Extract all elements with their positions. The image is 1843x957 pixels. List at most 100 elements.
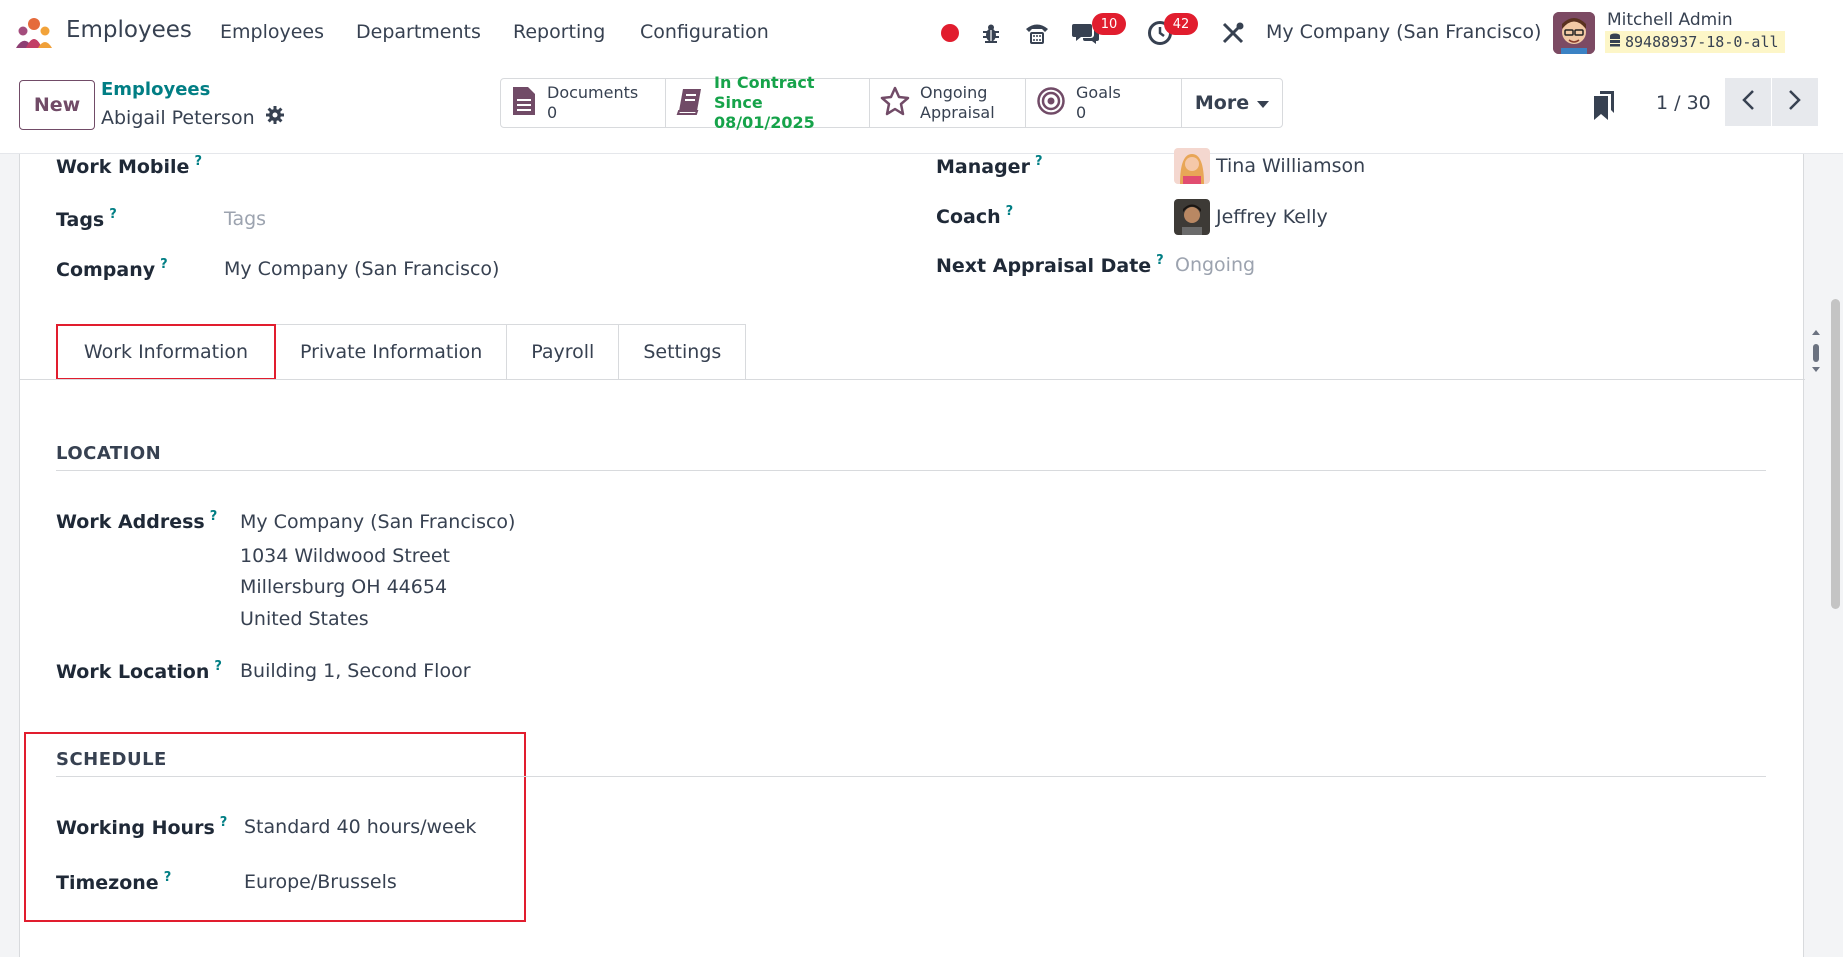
menu-departments[interactable]: Departments	[356, 21, 481, 43]
tab-private-information[interactable]: Private Information	[276, 324, 508, 380]
app-title[interactable]: Employees	[66, 17, 192, 43]
book-icon	[676, 87, 704, 119]
settings-tools-icon[interactable]	[1218, 18, 1248, 48]
database-tag: 89488937-18-0-all	[1605, 31, 1785, 53]
menu-configuration[interactable]: Configuration	[640, 21, 769, 43]
gear-icon[interactable]	[265, 105, 285, 130]
manager-avatar	[1174, 148, 1210, 184]
phone-icon[interactable]	[1022, 18, 1052, 48]
appraisal-line2: Appraisal	[920, 103, 995, 122]
help-tooltip-icon[interactable]: ?	[164, 870, 172, 885]
chat-badge: 10	[1092, 13, 1126, 35]
contract-date: 08/01/2025	[714, 113, 815, 132]
help-tooltip-icon[interactable]: ?	[109, 207, 117, 222]
document-icon	[511, 85, 537, 121]
smart-buttons: Documents 0 In Contract Since 08/01/2025	[500, 73, 1283, 132]
coach-avatar	[1174, 199, 1210, 235]
help-tooltip-icon[interactable]: ?	[220, 815, 228, 830]
contract-label: In Contract Since	[714, 73, 815, 112]
appraisal-line1: Ongoing	[920, 83, 988, 102]
location-section-title: LOCATION	[56, 443, 162, 464]
help-tooltip-icon[interactable]: ?	[1035, 154, 1043, 169]
work-location-field[interactable]: Building 1, Second Floor	[240, 660, 471, 682]
database-icon	[1609, 33, 1621, 51]
appraisal-smart-button[interactable]: Ongoing Appraisal	[870, 79, 1026, 127]
help-tooltip-icon[interactable]: ?	[214, 659, 222, 674]
help-tooltip-icon[interactable]: ?	[194, 154, 202, 169]
tags-label: Tags?	[56, 207, 117, 231]
record-name: Abigail Peterson	[101, 106, 255, 129]
target-icon	[1036, 86, 1066, 120]
work-address-street: 1034 Wildwood Street	[240, 545, 451, 567]
form-sheet: Work Mobile? Tags? Tags Company? My Comp…	[19, 148, 1820, 957]
user-name[interactable]: Mitchell Admin	[1607, 10, 1733, 30]
manager-label: Manager?	[936, 154, 1043, 178]
activity-badge: 42	[1164, 13, 1198, 35]
appraisal-date-field[interactable]: Ongoing	[1175, 254, 1255, 276]
documents-count: 0	[547, 103, 558, 122]
tab-payroll[interactable]: Payroll	[507, 324, 620, 380]
bookmark-icon[interactable]	[1592, 90, 1616, 122]
breadcrumb-parent[interactable]: Employees	[101, 79, 210, 100]
manager-field[interactable]: Tina Williamson	[1174, 148, 1365, 184]
working-hours-field[interactable]: Standard 40 hours/week	[244, 816, 476, 838]
scrollbar-thumb[interactable]	[1831, 299, 1840, 609]
work-address-city: Millersburg OH 44654	[240, 576, 448, 598]
user-avatar[interactable]	[1553, 12, 1595, 54]
documents-smart-button[interactable]: Documents 0	[501, 79, 666, 127]
debug-bug-icon[interactable]	[976, 18, 1006, 48]
pager-next-button[interactable]	[1772, 78, 1818, 126]
manager-name: Tina Williamson	[1216, 155, 1366, 177]
notebook-tabs: Work Information Private Information Pay…	[56, 324, 747, 380]
timezone-label: Timezone?	[56, 870, 172, 894]
goals-count: 0	[1076, 103, 1087, 122]
control-panel: New Employees Abigail Peterson Documents…	[0, 66, 1843, 154]
work-mobile-label: Work Mobile?	[56, 154, 202, 178]
more-button[interactable]: More	[1182, 79, 1282, 127]
tags-input[interactable]: Tags	[224, 208, 266, 230]
employees-app-icon[interactable]	[14, 16, 54, 50]
breadcrumb-current: Abigail Peterson	[101, 105, 285, 130]
star-icon	[880, 86, 910, 120]
caret-down-icon	[1257, 92, 1270, 114]
tab-settings[interactable]: Settings	[619, 324, 747, 380]
tabs-scroll-icon[interactable]	[1810, 326, 1822, 376]
help-tooltip-icon[interactable]: ?	[1156, 253, 1164, 268]
documents-label: Documents	[547, 83, 639, 102]
tabs-divider	[20, 379, 1805, 380]
recording-dot-icon[interactable]	[935, 18, 965, 48]
company-field[interactable]: My Company (San Francisco)	[224, 258, 499, 280]
appraisal-date-label: Next Appraisal Date?	[936, 253, 1164, 277]
schedule-section-title: SCHEDULE	[56, 749, 167, 770]
help-tooltip-icon[interactable]: ?	[160, 257, 168, 272]
coach-label: Coach?	[936, 204, 1014, 228]
pager-value[interactable]: 1 / 30	[1656, 92, 1711, 114]
work-address-label: Work Address?	[56, 509, 218, 533]
location-divider	[56, 470, 1766, 471]
menu-employees[interactable]: Employees	[220, 21, 324, 43]
work-location-label: Work Location?	[56, 659, 222, 683]
menu-reporting[interactable]: Reporting	[513, 21, 605, 43]
chevron-right-icon	[1788, 89, 1802, 115]
help-tooltip-icon[interactable]: ?	[210, 509, 218, 524]
chevron-left-icon	[1741, 89, 1755, 115]
coach-field[interactable]: Jeffrey Kelly	[1174, 199, 1328, 235]
more-label: More	[1194, 92, 1250, 114]
goals-label: Goals	[1076, 83, 1121, 102]
schedule-divider	[56, 776, 1766, 777]
page-scrollbar[interactable]	[1828, 154, 1843, 957]
goals-smart-button[interactable]: Goals 0	[1026, 79, 1182, 127]
pager-previous-button[interactable]	[1725, 78, 1771, 126]
company-label: Company?	[56, 257, 168, 281]
new-record-button[interactable]: New	[19, 80, 95, 130]
company-switcher[interactable]: My Company (San Francisco)	[1266, 21, 1541, 43]
work-address-country: United States	[240, 608, 369, 630]
top-navbar: Employees Employees Departments Reportin…	[0, 0, 1843, 66]
tab-work-information[interactable]: Work Information	[56, 324, 276, 380]
coach-name: Jeffrey Kelly	[1216, 206, 1328, 228]
contract-smart-button[interactable]: In Contract Since 08/01/2025	[666, 73, 870, 132]
database-name: 89488937-18-0-all	[1625, 33, 1779, 51]
timezone-field[interactable]: Europe/Brussels	[244, 871, 397, 893]
work-address-name[interactable]: My Company (San Francisco)	[240, 511, 515, 533]
help-tooltip-icon[interactable]: ?	[1006, 204, 1014, 219]
